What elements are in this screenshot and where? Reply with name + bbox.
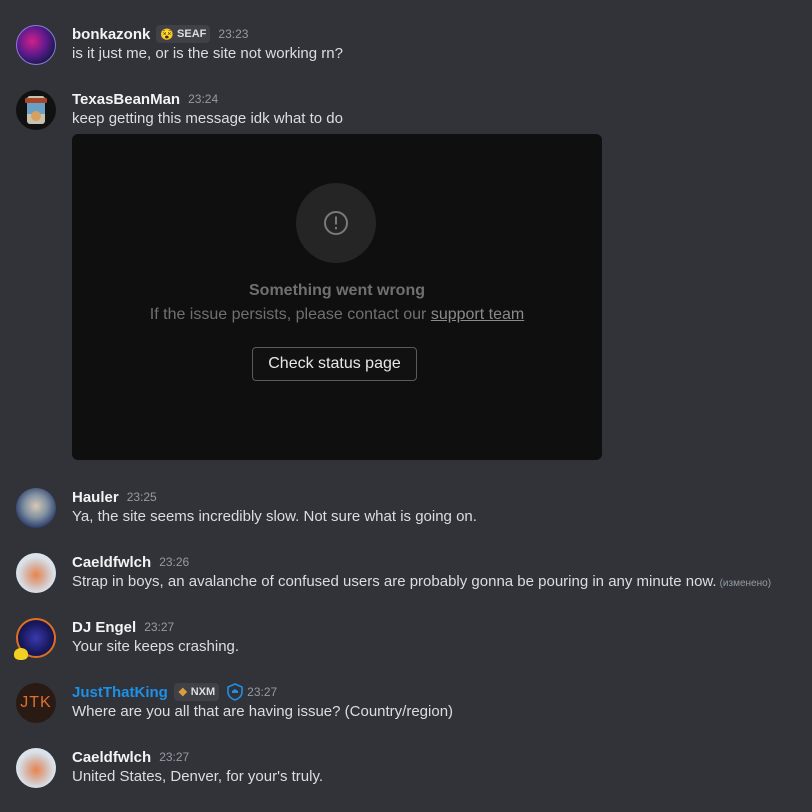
guild-tag[interactable]: 😵 SEAF <box>156 25 211 43</box>
avatar-hauler[interactable] <box>16 488 56 528</box>
avatar-caeldfwlch[interactable] <box>16 553 56 593</box>
message-text: is it just me, or is the site not workin… <box>72 45 343 62</box>
author-name[interactable]: Hauler <box>72 489 119 506</box>
exclamation-icon <box>324 211 348 235</box>
message-text: Your site keeps crashing. <box>72 638 240 655</box>
error-icon-circle <box>296 183 376 263</box>
timestamp: 23:23 <box>218 27 249 41</box>
message-text: United States, Denver, for your's truly. <box>72 768 324 785</box>
author-name[interactable]: JustThatKing <box>72 684 168 701</box>
timestamp: 23:27 <box>159 750 190 764</box>
author-name[interactable]: TexasBeanMan <box>72 91 180 108</box>
avatar-texasbeanman[interactable] <box>16 90 56 130</box>
dizzy-face-icon: 😵 <box>160 28 175 41</box>
edited-label: (изменено) <box>719 578 772 589</box>
timestamp: 23:24 <box>188 92 219 106</box>
bean-can-icon <box>25 96 47 124</box>
error-subtitle-text: If the issue persists, please contact ou… <box>149 306 427 323</box>
error-subtitle: If the issue persists, please contact ou… <box>72 306 602 324</box>
error-title: Something went wrong <box>249 282 425 299</box>
support-team-link[interactable]: support team <box>431 306 524 323</box>
avatar-justthatking[interactable]: JTK <box>16 683 56 723</box>
timestamp: 23:26 <box>159 555 190 569</box>
author-name[interactable]: Caeldfwlch <box>72 749 151 766</box>
avatar-bonkazonk[interactable] <box>16 25 56 65</box>
author-name[interactable]: DJ Engel <box>72 619 136 636</box>
error-screenshot-attachment[interactable]: Something went wrong If the issue persis… <box>72 134 602 460</box>
message-text: Ya, the site seems incredibly slow. Not … <box>72 508 477 525</box>
author-name[interactable]: Caeldfwlch <box>72 554 151 571</box>
tag-label: SEAF <box>177 28 207 40</box>
avatar-monogram: JTK <box>20 694 52 711</box>
message-body: Strap in boys, an avalanche of confused … <box>72 573 717 590</box>
timestamp: 23:25 <box>126 490 157 504</box>
message-text: Where are you all that are having issue?… <box>72 703 454 720</box>
duck-badge-icon <box>14 648 28 660</box>
moderator-shield-icon <box>227 683 243 701</box>
check-status-button[interactable]: Check status page <box>252 347 417 381</box>
timestamp: 23:27 <box>144 620 175 634</box>
timestamp: 23:27 <box>247 685 278 699</box>
author-name[interactable]: bonkazonk <box>72 26 150 43</box>
guild-tag[interactable]: ❖ NXM <box>173 683 220 701</box>
nexus-icon: ❖ <box>177 686 188 699</box>
tag-label: NXM <box>190 686 216 698</box>
avatar-caeldfwlch[interactable] <box>16 748 56 788</box>
message-text: Strap in boys, an avalanche of confused … <box>72 573 771 590</box>
message-text: keep getting this message idk what to do <box>72 110 343 127</box>
